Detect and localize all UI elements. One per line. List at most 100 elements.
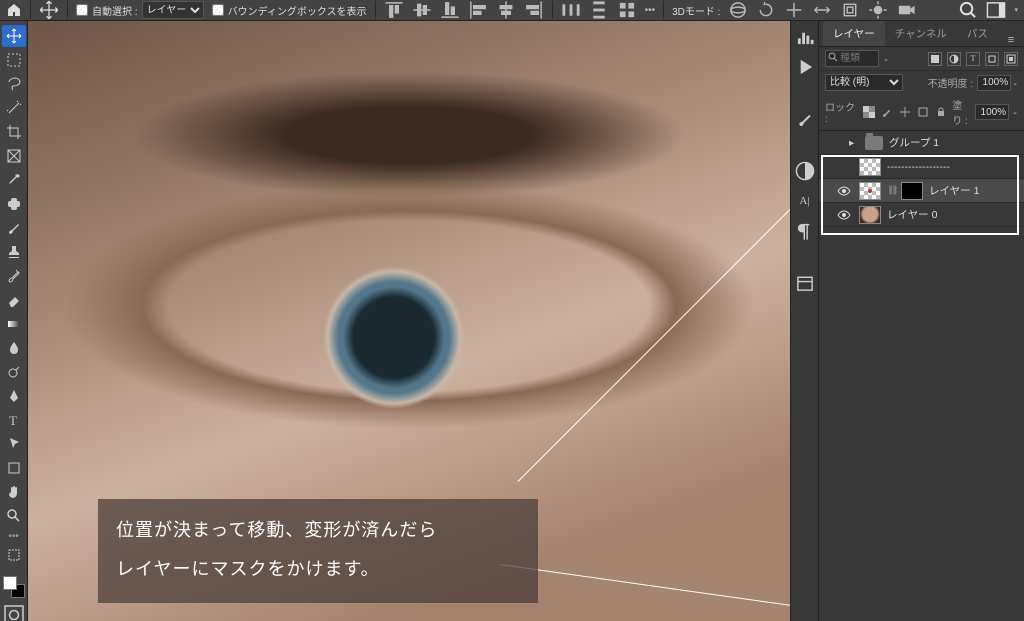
fg-color-swatch[interactable] bbox=[3, 576, 17, 590]
type-tool[interactable]: T bbox=[2, 409, 26, 431]
pen-tool[interactable] bbox=[2, 385, 26, 407]
panel-menu-icon[interactable]: ≡ bbox=[1002, 34, 1020, 46]
wand-tool[interactable] bbox=[2, 97, 26, 119]
more-icon[interactable]: ••• bbox=[645, 5, 656, 16]
home-icon[interactable] bbox=[6, 2, 22, 18]
align-vcenter-icon[interactable] bbox=[412, 0, 432, 20]
search-icon[interactable] bbox=[958, 0, 978, 20]
fill-dropdown-icon[interactable]: ⌄ bbox=[1012, 108, 1018, 116]
filter-adjust-icon[interactable] bbox=[947, 52, 961, 66]
layer-thumb bbox=[859, 182, 881, 200]
layer-name[interactable]: ------------------ bbox=[887, 161, 950, 173]
3d-rotate-icon[interactable] bbox=[756, 0, 776, 20]
align-top-icon[interactable] bbox=[384, 0, 404, 20]
layer-name[interactable]: レイヤー 1 bbox=[929, 183, 979, 198]
tab-paths[interactable]: パス bbox=[957, 21, 998, 46]
paragraph-icon[interactable] bbox=[795, 221, 815, 241]
brush-tool[interactable] bbox=[2, 217, 26, 239]
tool-overflow-icon[interactable]: ••• bbox=[8, 531, 19, 542]
fill-input[interactable] bbox=[975, 104, 1009, 120]
main-area: T ••• 位置が決まって移動、変形が済んだら レイヤーにマスクをかけます。 bbox=[0, 21, 1024, 621]
3d-camera-icon[interactable] bbox=[896, 0, 916, 20]
play-icon[interactable] bbox=[795, 57, 815, 77]
move-tool[interactable] bbox=[2, 25, 26, 47]
lock-label: ロック : bbox=[825, 99, 858, 125]
brushes-icon[interactable] bbox=[795, 109, 815, 129]
frame-tool[interactable] bbox=[2, 145, 26, 167]
move-tool-icon[interactable] bbox=[39, 0, 59, 20]
show-bbox-checkbox[interactable] bbox=[212, 4, 224, 16]
histogram-icon[interactable] bbox=[795, 27, 815, 47]
3d-orbit-icon[interactable] bbox=[728, 0, 748, 20]
layer-name[interactable]: レイヤー 0 bbox=[887, 207, 937, 222]
align-bottom-icon[interactable] bbox=[440, 0, 460, 20]
edit-toolbar-icon[interactable] bbox=[2, 544, 26, 566]
distribute-v-icon[interactable] bbox=[589, 0, 609, 20]
quickmask-icon[interactable] bbox=[2, 604, 26, 621]
visibility-toggle[interactable] bbox=[837, 210, 853, 220]
filter-type-icon[interactable]: T bbox=[966, 52, 980, 66]
link-icon[interactable]: ⛓ bbox=[887, 185, 895, 196]
svg-text:T: T bbox=[9, 413, 17, 428]
stamp-tool[interactable] bbox=[2, 241, 26, 263]
shape-tool[interactable] bbox=[2, 457, 26, 479]
eraser-tool[interactable] bbox=[2, 289, 26, 311]
eyedropper-tool[interactable] bbox=[2, 169, 26, 191]
lasso-tool[interactable] bbox=[2, 73, 26, 95]
adjust-icon[interactable] bbox=[795, 161, 815, 181]
history-brush-tool[interactable] bbox=[2, 265, 26, 287]
distribute-more-icon[interactable] bbox=[617, 0, 637, 20]
hand-tool[interactable] bbox=[2, 481, 26, 503]
document-canvas[interactable]: 位置が決まって移動、変形が済んだら レイヤーにマスクをかけます。 bbox=[28, 21, 790, 621]
filter-dropdown-icon[interactable]: ⌄ bbox=[883, 55, 889, 63]
lock-artboard-icon[interactable] bbox=[916, 105, 929, 119]
opacity-input[interactable] bbox=[977, 75, 1011, 91]
align-right-icon[interactable] bbox=[524, 0, 544, 20]
layer-thumb bbox=[859, 206, 881, 224]
auto-select-checkbox[interactable] bbox=[76, 4, 88, 16]
layer-row-dashes[interactable]: ------------------ bbox=[819, 155, 1024, 179]
app-root: 自動選択 : レイヤー バウンディングボックスを表示 ••• 3Dモード : bbox=[0, 0, 1024, 621]
lock-position-icon[interactable] bbox=[899, 105, 912, 119]
3d-slide-icon[interactable] bbox=[812, 0, 832, 20]
3d-scale-icon[interactable] bbox=[840, 0, 860, 20]
lock-image-icon[interactable] bbox=[881, 105, 894, 119]
expand-caret-icon[interactable]: ▸ bbox=[849, 137, 859, 149]
align-hcenter-icon[interactable] bbox=[496, 0, 516, 20]
path-select-tool[interactable] bbox=[2, 433, 26, 455]
align-left-icon[interactable] bbox=[468, 0, 488, 20]
lock-all-icon[interactable] bbox=[934, 105, 947, 119]
3d-light-icon[interactable] bbox=[868, 0, 888, 20]
gradient-tool[interactable] bbox=[2, 313, 26, 335]
left-toolbar: T ••• bbox=[0, 21, 28, 621]
3d-pan-icon[interactable] bbox=[784, 0, 804, 20]
healing-tool[interactable] bbox=[2, 193, 26, 215]
layer-filter-row: ⌄ T bbox=[819, 47, 1024, 71]
layer-name[interactable]: グループ 1 bbox=[889, 135, 939, 150]
workspace-dropdown-icon[interactable]: ▾ bbox=[1014, 6, 1018, 14]
dodge-tool[interactable] bbox=[2, 361, 26, 383]
opacity-dropdown-icon[interactable]: ⌄ bbox=[1012, 79, 1018, 87]
color-swatches[interactable] bbox=[3, 576, 25, 598]
char-panel-icon[interactable]: A| bbox=[795, 191, 815, 211]
layers-panel: レイヤー チャンネル パス ≡ ⌄ T bbox=[818, 21, 1024, 621]
marquee-tool[interactable] bbox=[2, 49, 26, 71]
crop-tool[interactable] bbox=[2, 121, 26, 143]
layer-row-0[interactable]: レイヤー 0 bbox=[819, 203, 1024, 227]
layer-row-1[interactable]: ⛓ レイヤー 1 bbox=[819, 179, 1024, 203]
auto-select-target[interactable]: レイヤー bbox=[142, 1, 204, 19]
libraries-icon[interactable] bbox=[795, 273, 815, 293]
tab-channels[interactable]: チャンネル bbox=[885, 21, 957, 46]
zoom-tool[interactable] bbox=[2, 505, 26, 527]
filter-smart-icon[interactable] bbox=[1004, 52, 1018, 66]
filter-pixel-icon[interactable] bbox=[928, 52, 942, 66]
distribute-h-icon[interactable] bbox=[561, 0, 581, 20]
layer-group-row[interactable]: ▸ グループ 1 bbox=[819, 131, 1024, 155]
filter-shape-icon[interactable] bbox=[985, 52, 999, 66]
visibility-toggle[interactable] bbox=[837, 186, 853, 196]
blend-mode-select[interactable]: 比較 (明) bbox=[825, 74, 903, 91]
tab-layers[interactable]: レイヤー bbox=[823, 21, 885, 46]
lock-transparency-icon[interactable] bbox=[863, 105, 876, 119]
blur-tool[interactable] bbox=[2, 337, 26, 359]
workspace-icon[interactable] bbox=[986, 0, 1006, 20]
